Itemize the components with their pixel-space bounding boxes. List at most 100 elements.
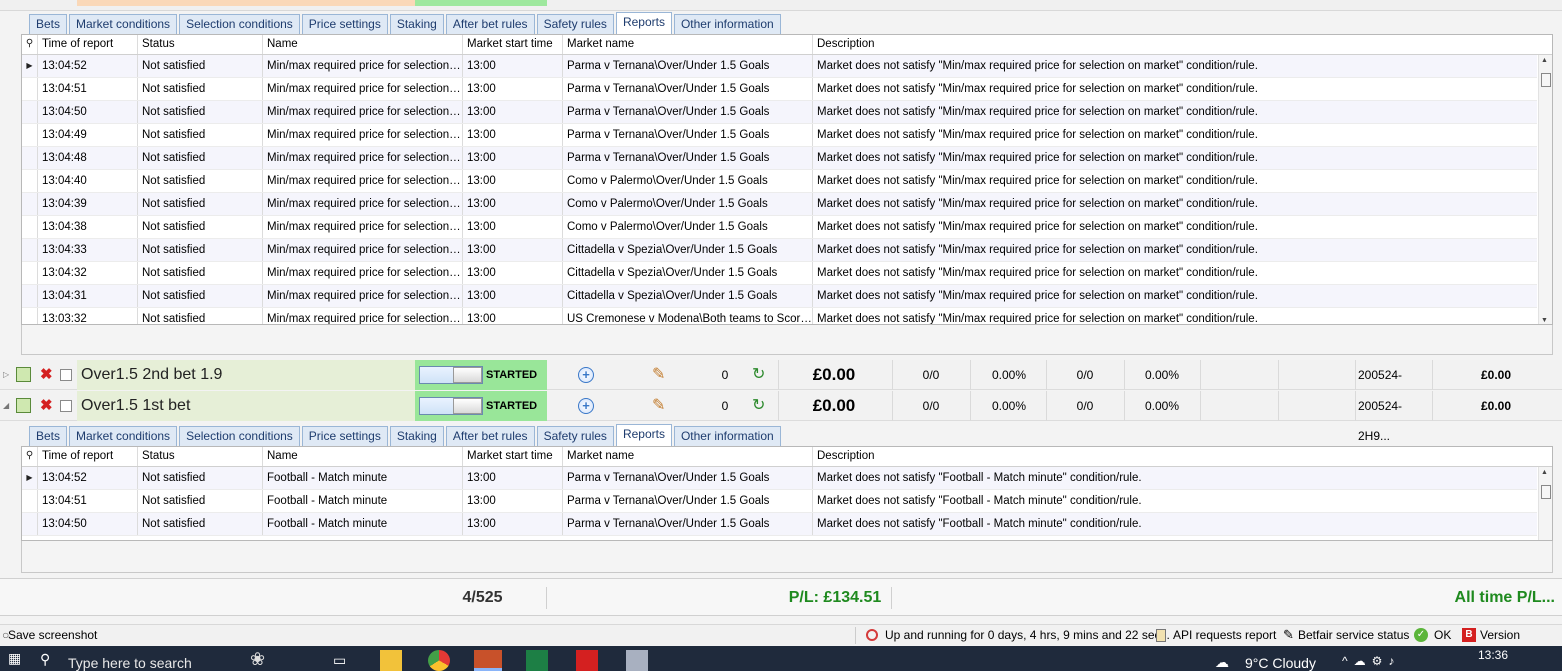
cell-name: Min/max required price for selection on … bbox=[263, 216, 463, 238]
scroll-up-icon[interactable]: ▲ bbox=[1541, 57, 1548, 64]
col-desc[interactable]: Description bbox=[813, 447, 1552, 466]
tab-price-settings[interactable]: Price settings bbox=[301, 426, 388, 446]
tab-bets[interactable]: Bets bbox=[29, 14, 68, 34]
table-row[interactable]: 13:04:49 Not satisfied Min/max required pr… bbox=[22, 124, 1537, 147]
delete-icon[interactable]: ✖ bbox=[40, 391, 53, 421]
scroll-thumb[interactable] bbox=[1541, 73, 1551, 87]
col-name[interactable]: Name bbox=[263, 35, 463, 54]
table-row[interactable]: 13:04:32 Not satisfied Min/max required pr… bbox=[22, 262, 1537, 285]
select-checkbox[interactable] bbox=[60, 369, 72, 381]
edit-icon[interactable]: ✎ bbox=[652, 360, 665, 390]
strategy-total: £0.00 bbox=[1480, 399, 1512, 413]
table-row[interactable]: 13:04:50 Not satisfied Football - Match mi… bbox=[22, 513, 1537, 536]
refresh-icon[interactable]: ↻ bbox=[752, 391, 765, 421]
row-indicator bbox=[22, 216, 38, 238]
table-row[interactable]: 13:04:33 Not satisfied Min/max required pr… bbox=[22, 239, 1537, 262]
col-status[interactable]: Status bbox=[138, 35, 263, 54]
bf-bot-manager-icon[interactable] bbox=[474, 650, 502, 671]
table-row[interactable]: 13:04:50 Not satisfied Min/max required pr… bbox=[22, 101, 1537, 124]
col-time[interactable]: Time of report bbox=[38, 447, 138, 466]
strategy-tabs-1: Bets Market conditions Selection condition… bbox=[29, 12, 1549, 34]
cell-status: Not satisfied bbox=[138, 124, 263, 146]
select-checkbox[interactable] bbox=[60, 400, 72, 412]
divider bbox=[1046, 360, 1047, 390]
scroll-up-icon[interactable]: ▲ bbox=[1541, 469, 1548, 476]
tab-reports[interactable]: Reports bbox=[615, 12, 672, 34]
table-row[interactable]: 13:04:38 Not satisfied Min/max required pr… bbox=[22, 216, 1537, 239]
expand-arrow-icon[interactable]: ◢ bbox=[3, 391, 9, 421]
task-view-icon[interactable]: ▭ bbox=[333, 652, 346, 669]
betfair-app-icon[interactable] bbox=[576, 650, 598, 671]
refresh-icon[interactable]: ↻ bbox=[752, 360, 765, 390]
toggle-knob[interactable] bbox=[453, 398, 482, 414]
tab-selection-conditions[interactable]: Selection conditions bbox=[179, 14, 300, 34]
table-row[interactable]: 13:04:51 Not satisfied Min/max required pr… bbox=[22, 78, 1537, 101]
scroll-down-icon[interactable]: ▼ bbox=[1541, 317, 1548, 324]
tab-staking[interactable]: Staking bbox=[389, 426, 444, 446]
scrollbar-1[interactable]: ▲ ▼ bbox=[1538, 55, 1552, 324]
tab-other-information[interactable]: Other information bbox=[673, 426, 781, 446]
toggle-knob[interactable] bbox=[453, 367, 482, 383]
tab-staking[interactable]: Staking bbox=[389, 14, 444, 34]
tab-after-bet-rules[interactable]: After bet rules bbox=[445, 14, 535, 34]
bot-status-icon[interactable] bbox=[16, 367, 31, 382]
col-market[interactable]: Market name bbox=[563, 447, 813, 466]
bot-status-icon[interactable] bbox=[16, 398, 31, 413]
table-row[interactable]: 13:04:31 Not satisfied Min/max required pr… bbox=[22, 285, 1537, 308]
table-row[interactable]: 13:04:51 Not satisfied Football - Match mi… bbox=[22, 490, 1537, 513]
table-row[interactable]: 13:03:32 Not satisfied Min/max required pr… bbox=[22, 308, 1537, 324]
add-icon[interactable]: + bbox=[578, 398, 594, 414]
bet-count: 0 bbox=[721, 399, 729, 413]
cell-status: Not satisfied bbox=[138, 101, 263, 123]
col-name[interactable]: Name bbox=[263, 447, 463, 466]
table-row[interactable]: ▶ 13:04:52 Not satisfied Football - Match m… bbox=[22, 467, 1537, 490]
tab-selection-conditions[interactable]: Selection conditions bbox=[179, 426, 300, 446]
table-row[interactable]: 13:04:39 Not satisfied Min/max required pr… bbox=[22, 193, 1537, 216]
add-icon[interactable]: + bbox=[578, 367, 594, 383]
betfair-status-icon: ✎ bbox=[1283, 627, 1294, 642]
table-row[interactable]: 13:04:40 Not satisfied Min/max required pr… bbox=[22, 170, 1537, 193]
table-row[interactable]: 13:04:48 Not satisfied Min/max required pr… bbox=[22, 147, 1537, 170]
edit-icon[interactable]: ✎ bbox=[652, 391, 665, 421]
photos-icon[interactable] bbox=[626, 650, 648, 671]
tab-bets[interactable]: Bets bbox=[29, 426, 68, 446]
delete-icon[interactable]: ✖ bbox=[40, 360, 53, 390]
chrome-icon[interactable] bbox=[428, 650, 450, 671]
tray-icons[interactable]: ^☁⚙♪ bbox=[1342, 654, 1400, 668]
tab-reports[interactable]: Reports bbox=[615, 424, 672, 446]
save-screenshot-link[interactable]: Save screenshot bbox=[8, 625, 97, 645]
col-start[interactable]: Market start time bbox=[463, 447, 563, 466]
tab-after-bet-rules[interactable]: After bet rules bbox=[445, 426, 535, 446]
cell-start: 13:00 bbox=[463, 513, 563, 535]
scrollbar-2[interactable]: ▲ bbox=[1538, 467, 1552, 540]
excel-icon[interactable] bbox=[526, 650, 548, 671]
col-status[interactable]: Status bbox=[138, 447, 263, 466]
tab-other-information[interactable]: Other information bbox=[673, 14, 781, 34]
betfair-status-link[interactable]: Betfair service status bbox=[1298, 625, 1409, 645]
filter-icon[interactable]: ⚲ bbox=[22, 447, 38, 466]
windows-start-icon[interactable]: ▦ bbox=[8, 650, 21, 667]
taskbar-search[interactable]: Type here to search bbox=[68, 655, 192, 671]
cell-start: 13:00 bbox=[463, 101, 563, 123]
tab-market-conditions[interactable]: Market conditions bbox=[69, 426, 178, 446]
col-market[interactable]: Market name bbox=[563, 35, 813, 54]
cell-market: Parma v Ternana\Over/Under 1.5 Goals bbox=[563, 147, 813, 169]
search-icon[interactable]: ⚲ bbox=[40, 651, 50, 668]
expand-arrow-icon[interactable]: ▷ bbox=[3, 360, 9, 390]
col-desc[interactable]: Description bbox=[813, 35, 1552, 54]
tab-safety-rules[interactable]: Safety rules bbox=[536, 426, 614, 446]
tab-market-conditions[interactable]: Market conditions bbox=[69, 14, 178, 34]
file-explorer-icon[interactable] bbox=[380, 650, 402, 671]
row-indicator bbox=[22, 124, 38, 146]
tab-safety-rules[interactable]: Safety rules bbox=[536, 14, 614, 34]
scroll-thumb[interactable] bbox=[1541, 485, 1551, 499]
col-time[interactable]: Time of report bbox=[38, 35, 138, 54]
filter-icon[interactable]: ⚲ bbox=[22, 35, 38, 54]
cell-status: Not satisfied bbox=[138, 78, 263, 100]
col-start[interactable]: Market start time bbox=[463, 35, 563, 54]
table-row[interactable]: ▶ 13:04:52 Not satisfied Min/max required p… bbox=[22, 55, 1537, 78]
api-requests-link[interactable]: API requests report bbox=[1173, 625, 1276, 645]
tab-price-settings[interactable]: Price settings bbox=[301, 14, 388, 34]
cell-desc: Market does not satisfy "Football - Matc… bbox=[817, 518, 1142, 530]
cell-time: 13:04:33 bbox=[38, 239, 138, 261]
